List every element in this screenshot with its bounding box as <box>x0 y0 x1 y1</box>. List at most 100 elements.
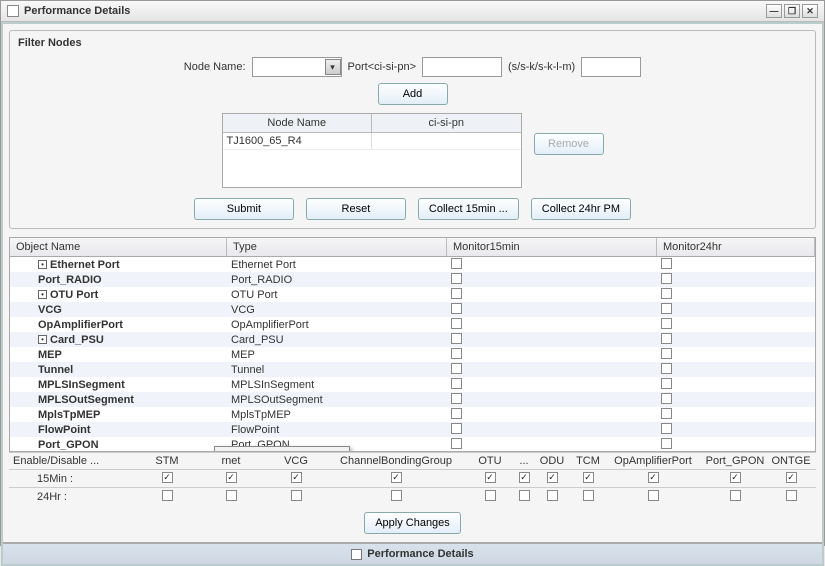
grid-row[interactable]: •Ethernet PortEthernet Port <box>10 257 815 272</box>
monitor24-checkbox[interactable] <box>661 378 672 389</box>
sklm-input[interactable] <box>581 57 641 77</box>
monitor15-checkbox[interactable] <box>451 273 462 284</box>
tree-toggle-icon[interactable]: • <box>38 335 47 344</box>
15min-cbg-checkbox[interactable] <box>391 472 402 483</box>
maximize-button[interactable]: ❐ <box>784 4 800 18</box>
24hr-gpon-checkbox[interactable] <box>730 490 741 501</box>
grid-row[interactable]: •OTU PortOTU Port <box>10 287 815 302</box>
grid-row[interactable]: MPLSOutSegmentMPLSOutSegment <box>10 392 815 407</box>
filter-title: Filter Nodes <box>18 37 807 49</box>
monitor15-checkbox[interactable] <box>451 258 462 269</box>
monitor15-checkbox[interactable] <box>451 438 462 449</box>
monitor15-checkbox[interactable] <box>451 423 462 434</box>
monitor24-checkbox[interactable] <box>661 393 672 404</box>
col-type[interactable]: Type <box>227 238 447 256</box>
object-name-label: VCG <box>38 304 62 316</box>
monitor15-checkbox[interactable] <box>451 378 462 389</box>
24hr-tcm-checkbox[interactable] <box>583 490 594 501</box>
15min-gpon-checkbox[interactable] <box>730 472 741 483</box>
col-monitor15[interactable]: Monitor15min <box>447 238 657 256</box>
24hr-stm-cell <box>138 490 196 504</box>
apply-changes-button[interactable]: Apply Changes <box>364 512 461 534</box>
grid-row[interactable]: MPLSInSegmentMPLSInSegment <box>10 377 815 392</box>
type-label: FlowPoint <box>227 424 447 436</box>
24hr-cbg-cell <box>326 490 466 504</box>
15min-opamp-cell <box>606 472 700 485</box>
col-object-name[interactable]: Object Name <box>10 238 227 256</box>
port-input[interactable] <box>422 57 502 77</box>
row-24hr: 24Hr : <box>9 487 816 506</box>
15min-ell-checkbox[interactable] <box>519 472 530 483</box>
15min-otu-checkbox[interactable] <box>485 472 496 483</box>
grid-row[interactable]: Port_RADIOPort_RADIO <box>10 272 815 287</box>
monitor24-checkbox[interactable] <box>661 348 672 359</box>
monitor24-checkbox[interactable] <box>661 258 672 269</box>
submit-button[interactable]: Submit <box>194 198 294 220</box>
col-ontge: ONTGE <box>770 455 812 467</box>
col-monitor24[interactable]: Monitor24hr <box>657 238 815 256</box>
24hr-stm-checkbox[interactable] <box>162 490 173 501</box>
grid-row[interactable]: FlowPointFlowPoint <box>10 422 815 437</box>
grid-row[interactable]: •Card_PSUCard_PSU <box>10 332 815 347</box>
add-button[interactable]: Add <box>378 83 448 105</box>
monitor15-checkbox[interactable] <box>451 303 462 314</box>
object-name-label: Card_PSU <box>50 334 104 346</box>
monitor15-checkbox[interactable] <box>451 318 462 329</box>
grid-row[interactable]: MEPMEP <box>10 347 815 362</box>
monitor24-checkbox[interactable] <box>661 408 672 419</box>
monitor24-checkbox[interactable] <box>661 423 672 434</box>
24hr-otu-checkbox[interactable] <box>485 490 496 501</box>
label-24hr: 24Hr : <box>13 491 138 503</box>
24hr-cbg-checkbox[interactable] <box>391 490 402 501</box>
15min-eth-checkbox[interactable] <box>226 472 237 483</box>
collect-15min-button[interactable]: Collect 15min ... <box>418 198 519 220</box>
monitor24-checkbox[interactable] <box>661 303 672 314</box>
tree-toggle-icon[interactable]: • <box>38 290 47 299</box>
24hr-eth-checkbox[interactable] <box>226 490 237 501</box>
15min-cbg-cell <box>326 472 466 485</box>
node-table-row[interactable]: TJ1600_65_R4 <box>223 133 521 150</box>
monitor15-checkbox[interactable] <box>451 348 462 359</box>
15min-ontg-checkbox[interactable] <box>786 472 797 483</box>
window-icon <box>7 5 19 17</box>
monitor24-checkbox[interactable] <box>661 318 672 329</box>
object-name-label: OTU Port <box>50 289 98 301</box>
15min-odu-checkbox[interactable] <box>547 472 558 483</box>
node-name-combo[interactable] <box>252 57 342 77</box>
close-button[interactable]: ✕ <box>802 4 818 18</box>
monitor24-checkbox[interactable] <box>661 333 672 344</box>
15min-stm-checkbox[interactable] <box>162 472 173 483</box>
tree-toggle-icon[interactable]: • <box>38 260 47 269</box>
15min-opamp-checkbox[interactable] <box>648 472 659 483</box>
monitor15-checkbox[interactable] <box>451 408 462 419</box>
24hr-odu-checkbox[interactable] <box>547 490 558 501</box>
col-ellipsis: ... <box>514 455 534 467</box>
monitor15-checkbox[interactable] <box>451 363 462 374</box>
24hr-vcg-checkbox[interactable] <box>291 490 302 501</box>
grid-row[interactable]: MplsTpMEPMplsTpMEP <box>10 407 815 422</box>
monitor15-checkbox[interactable] <box>451 288 462 299</box>
dropdown-icon[interactable] <box>325 59 341 75</box>
grid-row[interactable]: Port_GPONPort_GPON <box>10 437 815 451</box>
grid-row[interactable]: VCGVCG <box>10 302 815 317</box>
menu-view-hist-pm[interactable]: View Hist PM <box>215 447 349 452</box>
type-label: MplsTpMEP <box>227 409 447 421</box>
remove-button[interactable]: Remove <box>534 133 604 155</box>
grid-row[interactable]: OpAmplifierPortOpAmplifierPort <box>10 317 815 332</box>
monitor15-checkbox[interactable] <box>451 393 462 404</box>
24hr-ontg-checkbox[interactable] <box>786 490 797 501</box>
24hr-opamp-checkbox[interactable] <box>648 490 659 501</box>
grid-row[interactable]: TunnelTunnel <box>10 362 815 377</box>
15min-tcm-checkbox[interactable] <box>583 472 594 483</box>
collect-24hr-button[interactable]: Collect 24hr PM <box>531 198 631 220</box>
24hr-ell-checkbox[interactable] <box>519 490 530 501</box>
monitor24-checkbox[interactable] <box>661 273 672 284</box>
15min-vcg-checkbox[interactable] <box>291 472 302 483</box>
reset-button[interactable]: Reset <box>306 198 406 220</box>
col-stm: STM <box>138 455 196 467</box>
monitor15-checkbox[interactable] <box>451 333 462 344</box>
monitor24-checkbox[interactable] <box>661 438 672 449</box>
minimize-button[interactable]: — <box>766 4 782 18</box>
monitor24-checkbox[interactable] <box>661 288 672 299</box>
monitor24-checkbox[interactable] <box>661 363 672 374</box>
